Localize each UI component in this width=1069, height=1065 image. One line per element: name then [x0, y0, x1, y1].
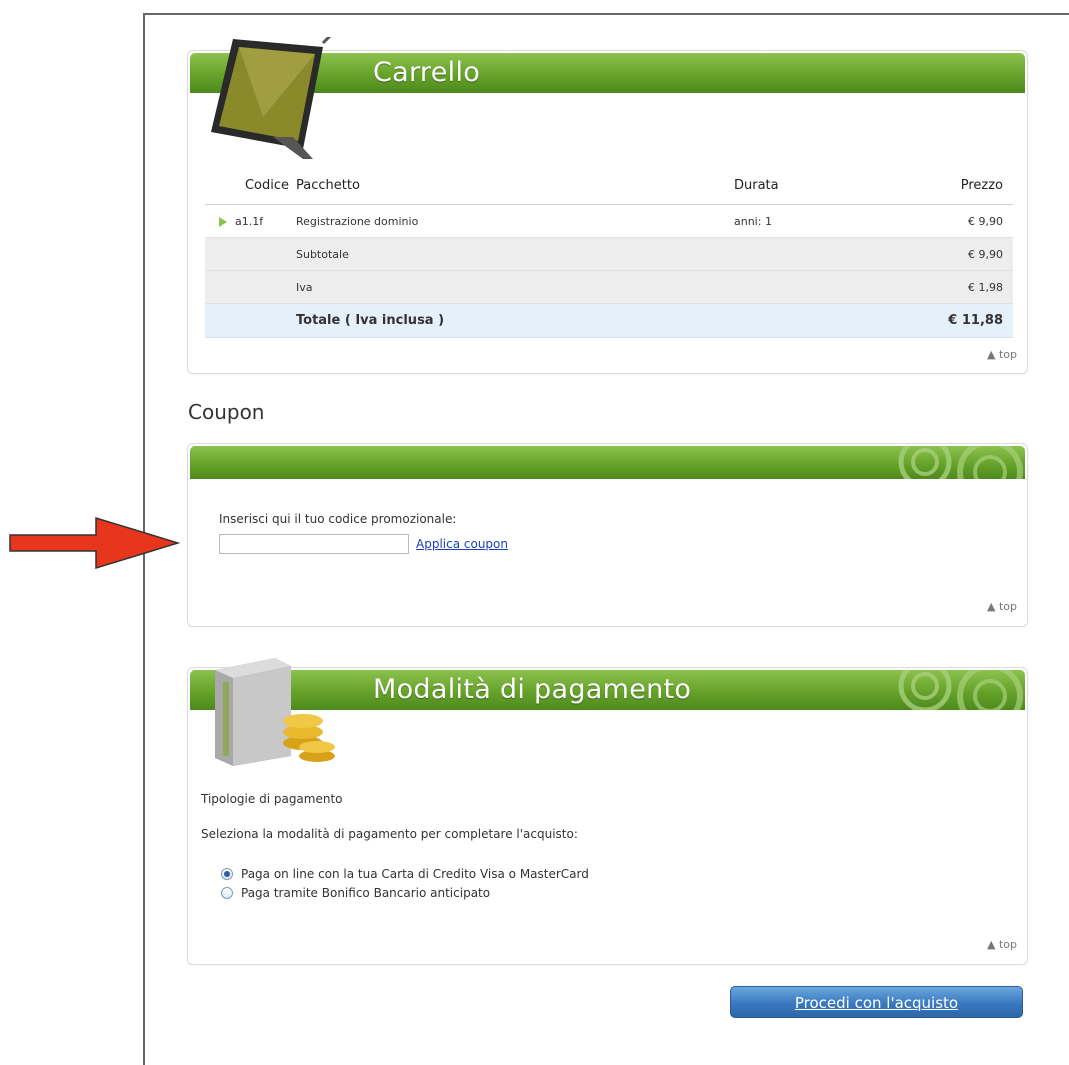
payment-types-label: Tipologie di pagamento — [201, 792, 343, 806]
coupon-header-bar — [190, 446, 1025, 479]
subtotal-value: € 9,90 — [925, 237, 1013, 271]
col-code: Codice — [205, 166, 295, 205]
payment-option-bank[interactable]: Paga tramite Bonifico Bancario anticipat… — [221, 886, 490, 900]
col-duration: Durata — [733, 166, 925, 205]
payment-option-card-label: Paga on line con la tua Carta di Credito… — [241, 867, 589, 881]
payment-option-bank-label: Paga tramite Bonifico Bancario anticipat… — [241, 886, 491, 900]
apply-coupon-link[interactable]: Applica coupon — [416, 537, 508, 551]
coupon-panel: Inserisci qui il tuo codice promozionale… — [187, 443, 1028, 627]
payment-instruction: Seleziona la modalità di pagamento per c… — [201, 827, 578, 841]
subtotal-label: Subtotale — [295, 237, 733, 271]
coupon-heading: Coupon — [188, 400, 265, 424]
cart-title: Carrello — [373, 57, 481, 88]
total-label: Totale ( Iva inclusa ) — [295, 303, 733, 338]
col-price: Prezzo — [925, 166, 1013, 205]
iva-row: Iva € 1,98 — [205, 270, 1013, 304]
item-duration: anni: 1 — [733, 204, 925, 238]
subtotal-row: Subtotale € 9,90 — [205, 237, 1013, 271]
safe-with-coins-icon — [215, 658, 335, 766]
iva-value: € 1,98 — [925, 270, 1013, 304]
payment-panel: Modalità di pagamento Tipologie di pagam… — [187, 658, 1028, 965]
payment-title: Modalità di pagamento — [373, 674, 692, 705]
coupon-input[interactable] — [219, 534, 409, 554]
cart-table: Codice Pacchetto Durata Prezzo a1.1f Reg… — [205, 166, 1013, 338]
cart-panel: Carrello Codice Pacchetto Durata Prezzo … — [187, 37, 1028, 374]
swirl-decoration-icon — [898, 446, 1023, 479]
col-package: Pacchetto — [295, 166, 733, 205]
tablet-icon — [211, 37, 332, 159]
payment-option-card[interactable]: Paga on line con la tua Carta di Credito… — [221, 867, 589, 881]
table-row: a1.1f Registrazione dominio anni: 1 € 9,… — [205, 204, 1013, 238]
top-link[interactable]: ▲ top — [987, 600, 1017, 613]
radio-bank[interactable] — [221, 887, 233, 899]
cart-table-header: Codice Pacchetto Durata Prezzo — [205, 166, 1013, 205]
item-package: Registrazione dominio — [295, 204, 733, 238]
red-arrow-pointer — [9, 516, 180, 570]
play-icon[interactable] — [219, 216, 227, 227]
swirl-decoration-icon — [898, 670, 1023, 710]
top-link[interactable]: ▲ top — [987, 938, 1017, 951]
total-row: Totale ( Iva inclusa ) € 11,88 — [205, 303, 1013, 338]
total-value: € 11,88 — [925, 303, 1013, 338]
item-price: € 9,90 — [925, 204, 1013, 238]
item-code: a1.1f — [235, 214, 264, 228]
proceed-purchase-button[interactable]: Procedi con l'acquisto — [730, 986, 1023, 1018]
top-link[interactable]: ▲ top — [987, 348, 1017, 361]
radio-card[interactable] — [221, 868, 233, 880]
iva-label: Iva — [295, 270, 733, 304]
coupon-label: Inserisci qui il tuo codice promozionale… — [219, 512, 457, 526]
